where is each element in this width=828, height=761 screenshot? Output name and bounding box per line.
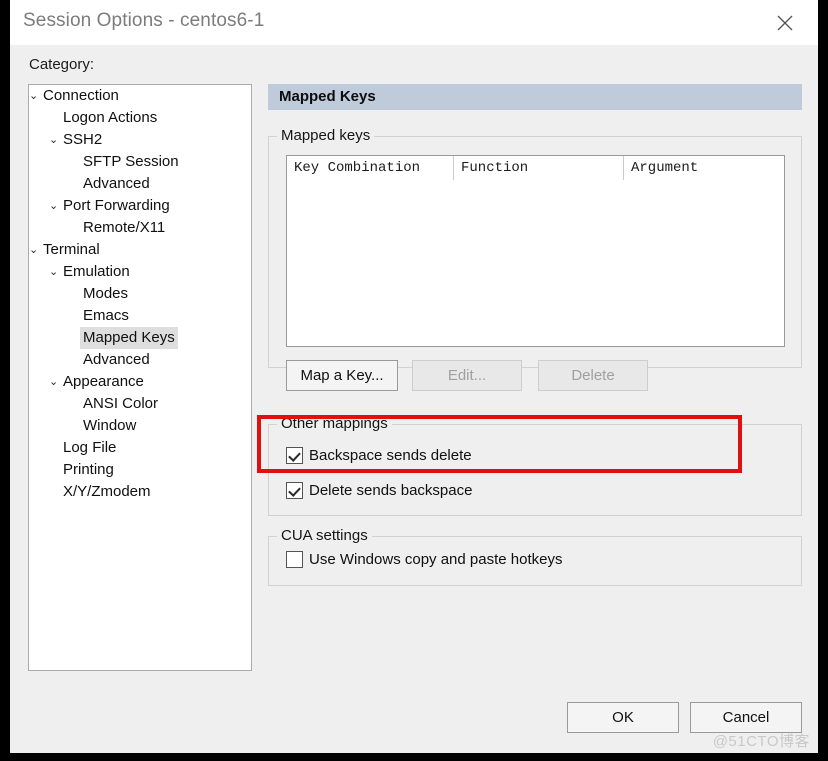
chevron-down-icon[interactable]: ⌄ <box>49 371 58 393</box>
sidebar-item-advanced[interactable]: Advanced <box>29 349 251 371</box>
cua-settings-group-title: CUA settings <box>277 527 372 544</box>
pane-title: Mapped Keys <box>279 88 376 105</box>
checkbox-box[interactable] <box>286 482 303 499</box>
other-mappings-group-title: Other mappings <box>277 415 392 432</box>
sidebar-item-label: Emulation <box>63 263 130 280</box>
sidebar-item-label: Modes <box>83 285 129 302</box>
close-icon[interactable] <box>766 5 804 39</box>
chevron-down-icon[interactable]: ⌄ <box>49 195 58 217</box>
screen: Session Options - centos6-1 Category: ⌄ C… <box>0 0 828 761</box>
sidebar-item-label: Logon Actions <box>63 109 158 126</box>
delete-button[interactable]: Delete <box>538 360 648 391</box>
mapped-keys-listview[interactable]: Key Combination Function Argument <box>286 155 785 347</box>
listview-header: Key Combination Function Argument <box>287 156 784 180</box>
sidebar-item-emulation[interactable]: ⌄ Emulation <box>29 261 251 283</box>
sidebar-item-label: ANSI Color <box>83 395 159 412</box>
listview-body[interactable] <box>287 180 784 346</box>
sidebar-item-log-file[interactable]: Log File <box>29 437 251 459</box>
checkbox-box[interactable] <box>286 447 303 464</box>
sidebar-item-label: Window <box>83 417 137 434</box>
pane-header: Mapped Keys <box>268 84 802 110</box>
cancel-button[interactable]: Cancel <box>690 702 802 733</box>
sidebar-item-sftp-session[interactable]: SFTP Session <box>29 151 251 173</box>
sidebar-item-label: SFTP Session <box>83 153 179 170</box>
window-title: Session Options - centos6-1 <box>23 10 265 31</box>
sidebar-item-terminal[interactable]: ⌄ Terminal <box>29 239 251 261</box>
sidebar-item-label: Mapped Keys <box>80 327 178 349</box>
sidebar-item-label: Remote/X11 <box>83 219 166 236</box>
sidebar-item-label: Log File <box>63 439 117 456</box>
sidebar-item-mapped-keys[interactable]: Mapped Keys <box>29 327 251 349</box>
sidebar-item-ansi-color[interactable]: ANSI Color <box>29 393 251 415</box>
checkbox-label: Delete sends backspace <box>309 482 473 499</box>
sidebar-item-printing[interactable]: Printing <box>29 459 251 481</box>
mapped-keys-group-title: Mapped keys <box>277 127 375 144</box>
map-a-key-button[interactable]: Map a Key... <box>286 360 398 391</box>
checkbox-box[interactable] <box>286 551 303 568</box>
chevron-down-icon[interactable]: ⌄ <box>49 129 58 151</box>
category-tree[interactable]: ⌄ Connection Logon Actions ⌄ SSH2 SFTP Sessio… <box>28 84 252 671</box>
sidebar-item-connection[interactable]: ⌄ Connection <box>29 85 251 107</box>
sidebar-item-ssh2[interactable]: ⌄ SSH2 <box>29 129 251 151</box>
sidebar-item-emacs[interactable]: Emacs <box>29 305 251 327</box>
sidebar-item-label: Terminal <box>43 241 100 258</box>
ok-button[interactable]: OK <box>567 702 679 733</box>
watermark: @51CTO博客 <box>712 733 810 750</box>
sidebar-item-label: Port Forwarding <box>63 197 170 214</box>
sidebar-item-label: X/Y/Zmodem <box>63 483 151 500</box>
sidebar-item-x-y-zmodem[interactable]: X/Y/Zmodem <box>29 481 251 503</box>
sidebar-item-label: Advanced <box>83 351 150 368</box>
other-mappings-group: Other mappings <box>268 415 802 516</box>
column-header-function[interactable]: Function <box>453 156 623 180</box>
edit-button[interactable]: Edit... <box>412 360 522 391</box>
sidebar-item-label: Advanced <box>83 175 150 192</box>
sidebar-item-window[interactable]: Window <box>29 415 251 437</box>
chevron-down-icon[interactable]: ⌄ <box>29 85 38 107</box>
checkbox-label: Use Windows copy and paste hotkeys <box>309 551 563 568</box>
sidebar-item-label: Appearance <box>63 373 144 390</box>
sidebar-item-logon-actions[interactable]: Logon Actions <box>29 107 251 129</box>
chevron-down-icon[interactable]: ⌄ <box>29 239 38 261</box>
column-header-argument[interactable]: Argument <box>623 156 784 180</box>
sidebar-item-appearance[interactable]: ⌄ Appearance <box>29 371 251 393</box>
column-header-key-combination[interactable]: Key Combination <box>287 156 453 180</box>
category-label: Category: <box>29 56 95 73</box>
sidebar-item-label: SSH2 <box>63 131 103 148</box>
sidebar-item-port-forwarding[interactable]: ⌄ Port Forwarding <box>29 195 251 217</box>
sidebar-item-label: Emacs <box>83 307 129 324</box>
sidebar-item-label: Connection <box>43 87 119 104</box>
sidebar-item-remote-x11[interactable]: Remote/X11 <box>29 217 251 239</box>
sidebar-item-label: Printing <box>63 461 114 478</box>
chevron-down-icon[interactable]: ⌄ <box>49 261 58 283</box>
sidebar-item-modes[interactable]: Modes <box>29 283 251 305</box>
title-bar: Session Options - centos6-1 <box>10 0 818 45</box>
checkbox-label: Backspace sends delete <box>309 447 472 464</box>
sidebar-item-advanced[interactable]: Advanced <box>29 173 251 195</box>
session-options-dialog: Session Options - centos6-1 Category: ⌄ C… <box>10 0 818 753</box>
